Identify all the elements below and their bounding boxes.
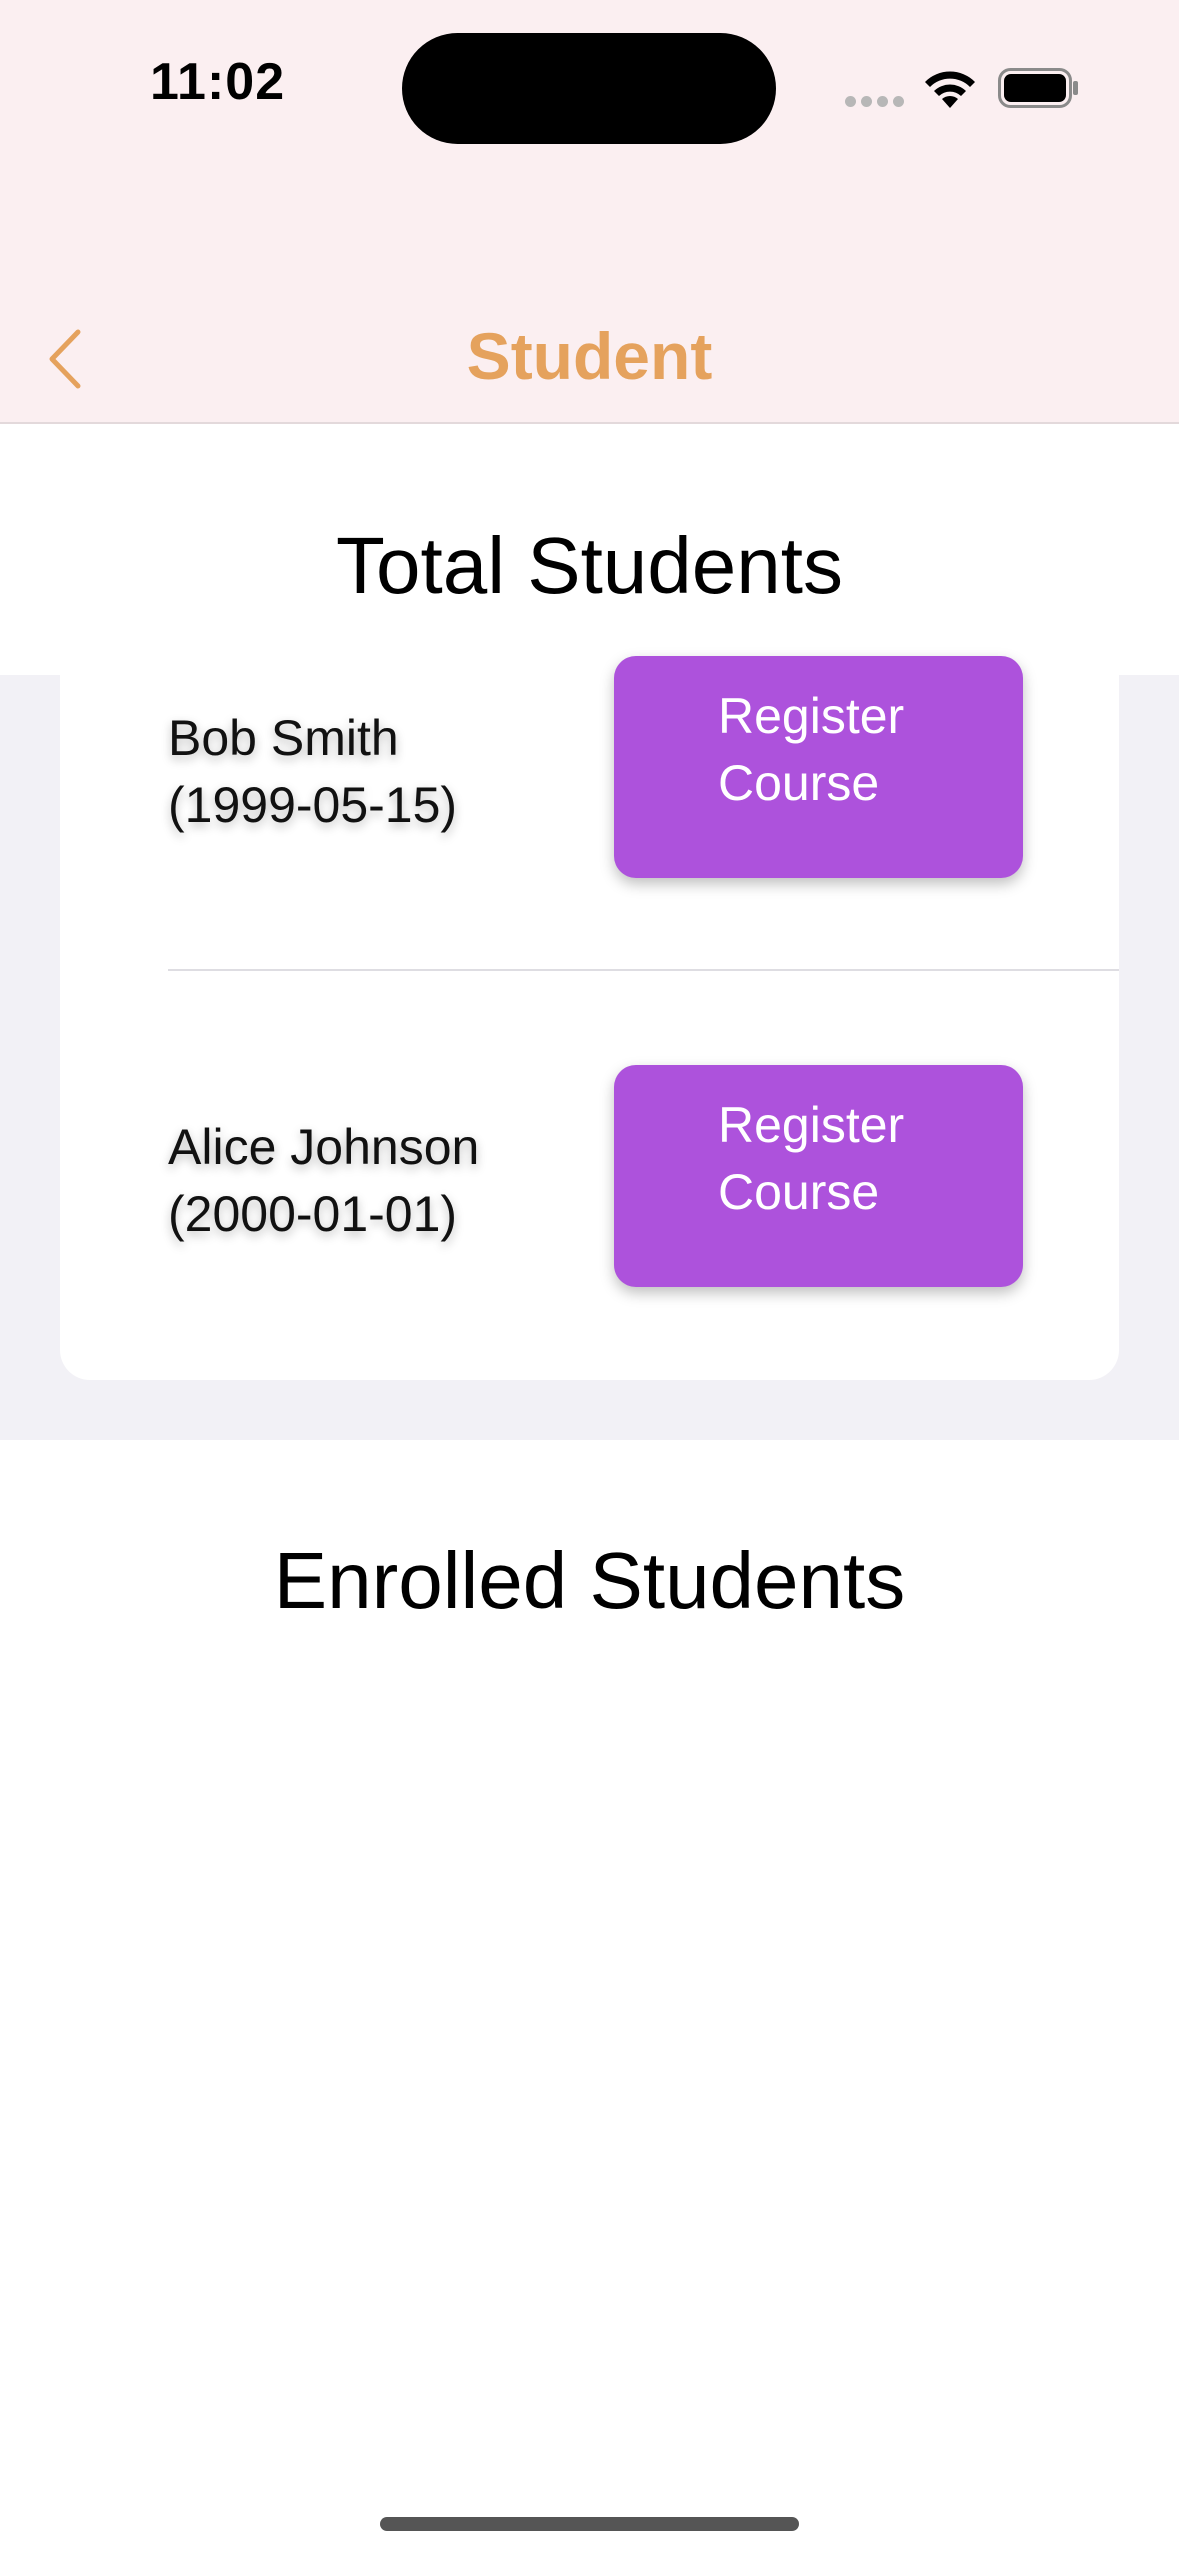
enrolled-students-title: Enrolled Students bbox=[273, 1536, 906, 1625]
wifi-icon bbox=[925, 71, 975, 108]
button-label-line2: Course bbox=[718, 755, 880, 811]
home-indicator[interactable] bbox=[380, 2517, 799, 2531]
page-title: Student bbox=[466, 319, 713, 393]
button-label-line1: Register bbox=[718, 1097, 905, 1153]
students-list: Bob Smith (1999-05-15) Register Course A… bbox=[60, 656, 1119, 1380]
total-students-title: Total Students bbox=[336, 521, 843, 610]
button-label-line1: Register bbox=[718, 688, 905, 744]
student-name-label: Bob Smith (1999-05-15) bbox=[168, 705, 457, 839]
row-divider bbox=[168, 969, 1119, 971]
battery-icon bbox=[998, 68, 1078, 108]
student-dob: (2000-01-01) bbox=[168, 1186, 458, 1242]
dynamic-island bbox=[402, 33, 776, 144]
register-course-button[interactable]: Register Course bbox=[614, 656, 1023, 878]
student-dob: (1999-05-15) bbox=[168, 777, 458, 833]
navigation-header: 11:02 Student bbox=[0, 0, 1179, 424]
button-label-line2: Course bbox=[718, 1164, 880, 1220]
students-list-area: Bob Smith (1999-05-15) Register Course A… bbox=[0, 656, 1179, 1440]
student-name-label: Alice Johnson (2000-01-01) bbox=[168, 1114, 479, 1248]
student-name: Bob Smith bbox=[168, 710, 399, 766]
register-course-button[interactable]: Register Course bbox=[614, 1065, 1023, 1287]
status-time: 11:02 bbox=[150, 53, 286, 111]
student-name: Alice Johnson bbox=[168, 1119, 480, 1175]
cellular-signal-icon bbox=[845, 96, 905, 107]
